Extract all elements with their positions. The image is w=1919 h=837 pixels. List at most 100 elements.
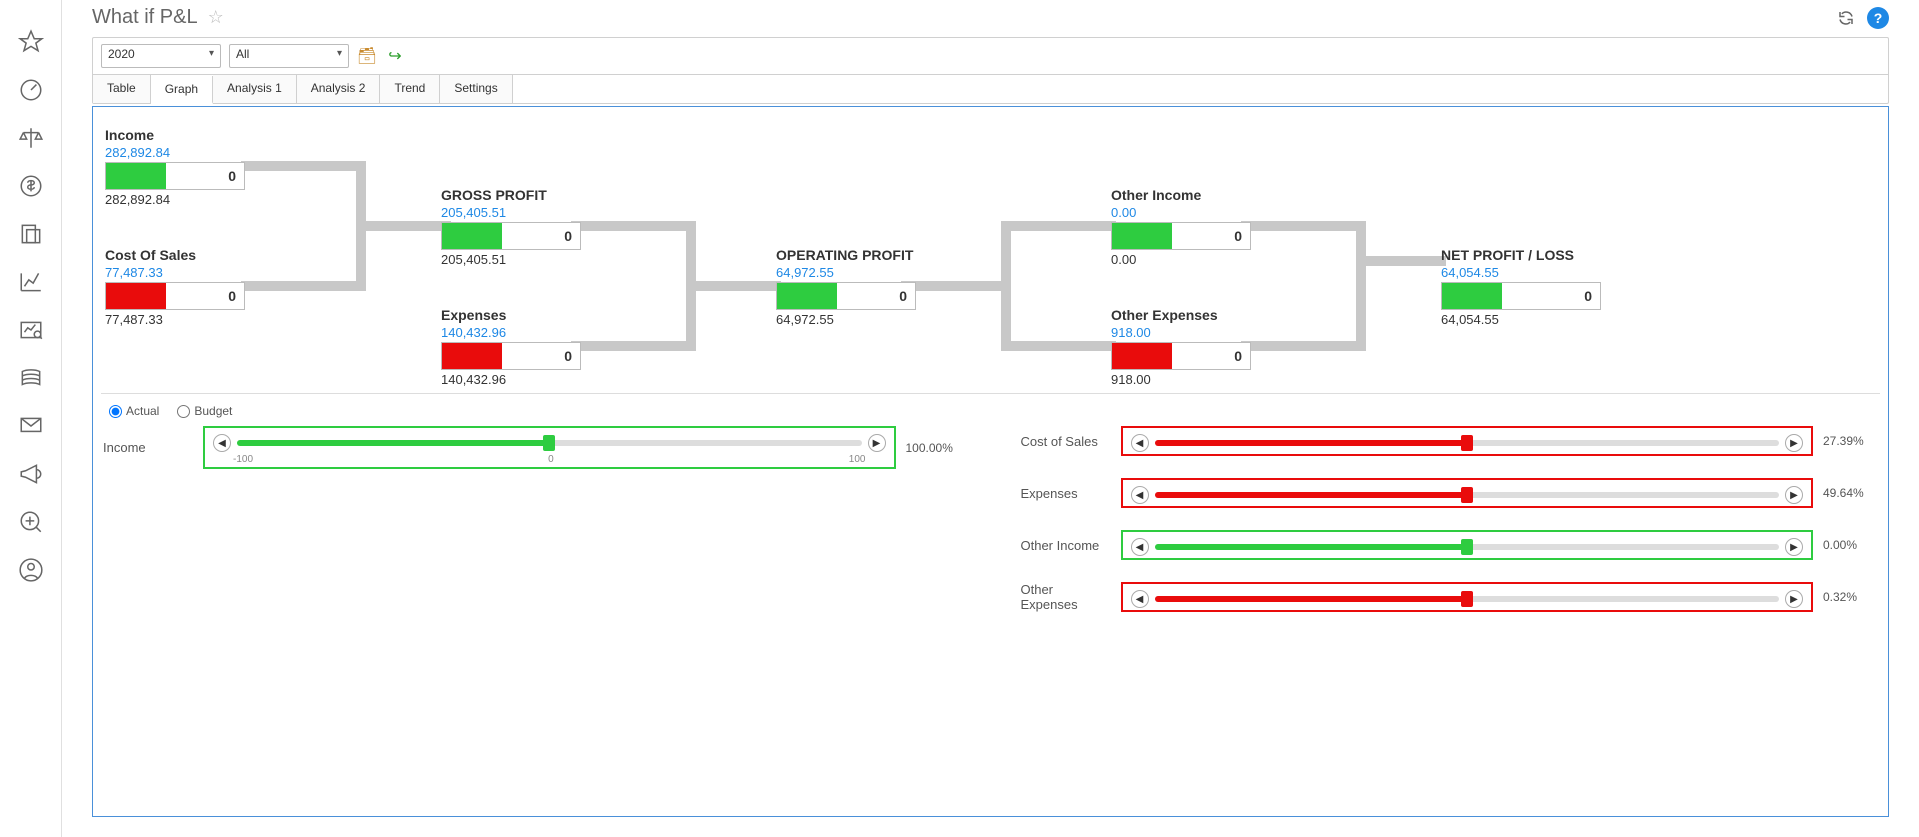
slider-cost-of-sales: Cost of Sales ◀ ▶ 27.39%	[1021, 426, 1879, 456]
slider-handle[interactable]	[1461, 435, 1473, 451]
slider-handle[interactable]	[1461, 487, 1473, 503]
node-title: Income	[105, 127, 245, 143]
slider-label: Cost of Sales	[1021, 434, 1111, 449]
tab-table[interactable]: Table	[93, 75, 151, 103]
node-actual[interactable]: 64,054.55	[1441, 265, 1601, 280]
slider-track[interactable]	[1155, 440, 1780, 446]
node-bottom: 918.00	[1111, 372, 1251, 387]
slider-track[interactable]	[237, 440, 862, 446]
tab-bar: Table Graph Analysis 1 Analysis 2 Trend …	[93, 74, 1888, 103]
swatch	[1442, 283, 1502, 309]
nudge-left-icon[interactable]: ◀	[1131, 486, 1149, 504]
toolbar: 2020 All 🗃 ↪ Table Graph Analysis 1 Anal…	[92, 37, 1889, 104]
slider-track[interactable]	[1155, 492, 1780, 498]
node-delta: 0	[166, 163, 244, 189]
tab-analysis-1[interactable]: Analysis 1	[213, 75, 297, 103]
slider-label: Expenses	[1021, 486, 1111, 501]
reset-icon[interactable]: 🗃	[357, 46, 377, 66]
node-other-expenses: Other Expenses 918.00 0 918.00	[1111, 307, 1251, 387]
node-title: Other Income	[1111, 187, 1251, 203]
slider-handle[interactable]	[1461, 591, 1473, 607]
slider-box: ◀ ▶	[1121, 530, 1814, 560]
scope-select[interactable]: All	[229, 44, 349, 68]
refresh-button[interactable]	[1835, 7, 1857, 29]
nav-user[interactable]	[11, 550, 51, 590]
nudge-left-icon[interactable]: ◀	[213, 434, 231, 452]
nudge-right-icon[interactable]: ▶	[1785, 486, 1803, 504]
slider-percent: 0.32%	[1823, 590, 1878, 604]
nav-money[interactable]	[11, 166, 51, 206]
nav-favorites[interactable]	[11, 22, 51, 62]
slider-label: Other Income	[1021, 538, 1111, 553]
year-select[interactable]: 2020	[101, 44, 221, 68]
nudge-left-icon[interactable]: ◀	[1131, 434, 1149, 452]
node-actual[interactable]: 282,892.84	[105, 145, 245, 160]
left-nav	[0, 0, 62, 837]
tick: 100	[849, 454, 866, 465]
node-title: Cost Of Sales	[105, 247, 245, 263]
help-button[interactable]: ?	[1867, 7, 1889, 29]
node-bottom: 77,487.33	[105, 312, 245, 327]
node-bottom: 205,405.51	[441, 252, 581, 267]
graph-panel: Income 282,892.84 0 282,892.84 Cost Of S…	[92, 106, 1889, 817]
swatch	[442, 343, 502, 369]
radio-budget[interactable]: Budget	[177, 404, 232, 418]
favorite-toggle-icon[interactable]: ☆	[208, 7, 224, 28]
tab-graph[interactable]: Graph	[151, 76, 213, 104]
nav-sms[interactable]	[11, 406, 51, 446]
nav-ledger[interactable]	[11, 358, 51, 398]
nav-balance[interactable]	[11, 118, 51, 158]
node-gross-profit: GROSS PROFIT 205,405.51 0 205,405.51	[441, 187, 581, 267]
swatch	[1112, 223, 1172, 249]
nav-dashboard[interactable]	[11, 70, 51, 110]
nav-reports[interactable]	[11, 214, 51, 254]
nudge-right-icon[interactable]: ▶	[1785, 434, 1803, 452]
tick: 0	[548, 454, 554, 465]
slider-handle[interactable]	[1461, 539, 1473, 555]
node-income: Income 282,892.84 0 282,892.84	[105, 127, 245, 207]
nudge-left-icon[interactable]: ◀	[1131, 538, 1149, 556]
basis-radio-group: Actual Budget	[101, 404, 1880, 418]
node-delta: 0	[837, 283, 915, 309]
node-actual[interactable]: 140,432.96	[441, 325, 581, 340]
node-title: Expenses	[441, 307, 581, 323]
slider-track[interactable]	[1155, 596, 1780, 602]
node-net-profit: NET PROFIT / LOSS 64,054.55 0 64,054.55	[1441, 247, 1601, 327]
node-actual[interactable]: 0.00	[1111, 205, 1251, 220]
tab-settings[interactable]: Settings	[440, 75, 512, 103]
slider-other-income: Other Income ◀ ▶ 0.00%	[1021, 530, 1879, 560]
nav-announce[interactable]	[11, 454, 51, 494]
nudge-right-icon[interactable]: ▶	[868, 434, 886, 452]
node-title: GROSS PROFIT	[441, 187, 581, 203]
slider-label: Income	[103, 440, 193, 455]
node-actual[interactable]: 918.00	[1111, 325, 1251, 340]
swatch	[106, 163, 166, 189]
radio-actual-label: Actual	[126, 404, 159, 418]
nav-trends[interactable]	[11, 262, 51, 302]
node-delta: 0	[1172, 223, 1250, 249]
nudge-right-icon[interactable]: ▶	[1785, 590, 1803, 608]
export-icon[interactable]: ↪	[385, 46, 405, 66]
slider-label: Other Expenses	[1021, 582, 1111, 612]
nudge-left-icon[interactable]: ◀	[1131, 590, 1149, 608]
node-delta: 0	[166, 283, 244, 309]
node-title: NET PROFIT / LOSS	[1441, 247, 1601, 263]
tick: -100	[233, 454, 253, 465]
node-delta: 0	[1172, 343, 1250, 369]
node-actual[interactable]: 77,487.33	[105, 265, 245, 280]
node-actual[interactable]: 64,972.55	[776, 265, 916, 280]
tab-analysis-2[interactable]: Analysis 2	[297, 75, 381, 103]
nav-add[interactable]	[11, 502, 51, 542]
slider-track[interactable]	[1155, 544, 1780, 550]
nudge-right-icon[interactable]: ▶	[1785, 538, 1803, 556]
node-title: OPERATING PROFIT	[776, 247, 916, 263]
slider-handle[interactable]	[543, 435, 555, 451]
radio-actual[interactable]: Actual	[109, 404, 159, 418]
node-actual[interactable]: 205,405.51	[441, 205, 581, 220]
slider-box: ◀ ▶	[1121, 478, 1814, 508]
node-title: Other Expenses	[1111, 307, 1251, 323]
nav-analysis[interactable]	[11, 310, 51, 350]
page-title: What if P&L	[92, 6, 198, 29]
node-bottom: 282,892.84	[105, 192, 245, 207]
tab-trend[interactable]: Trend	[380, 75, 440, 103]
